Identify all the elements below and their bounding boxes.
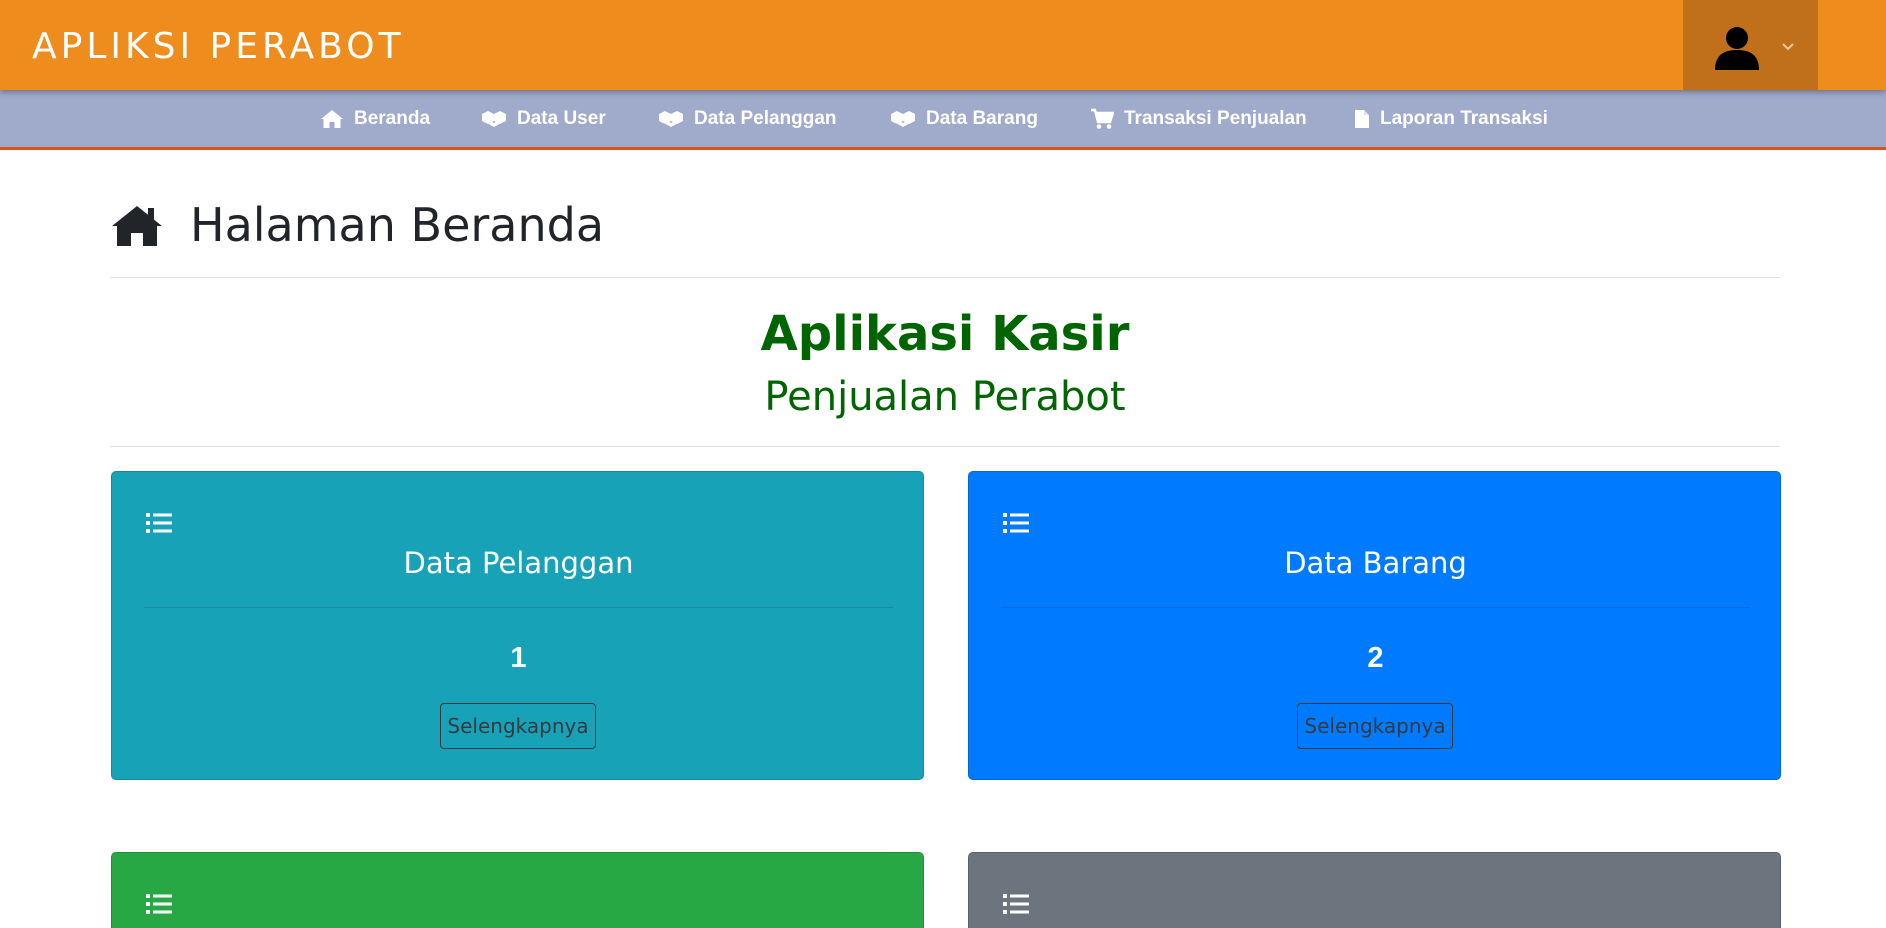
chevron-down-icon xyxy=(1782,43,1794,51)
card-gray xyxy=(968,852,1781,928)
nav-item-label: Beranda xyxy=(354,107,431,129)
page-header: Halaman Beranda xyxy=(110,198,1780,278)
cart-icon xyxy=(1091,108,1114,129)
list-icon xyxy=(146,894,172,914)
card-data-barang: Data Barang 2 Selengkapnya xyxy=(968,471,1781,780)
divider xyxy=(1001,607,1750,608)
app-title: APLIKSI PERABOT xyxy=(32,26,405,67)
cubes-icon xyxy=(891,110,915,127)
nav-item-label: Transaksi Penjualan xyxy=(1124,107,1307,129)
nav-item-label: Laporan Transaksi xyxy=(1380,107,1548,129)
page-title: Halaman Beranda xyxy=(190,198,605,252)
home-icon xyxy=(321,109,343,128)
user-icon xyxy=(1715,27,1759,70)
user-menu-button[interactable] xyxy=(1683,0,1818,90)
card-title: Data Pelanggan xyxy=(403,546,634,580)
cubes-icon xyxy=(482,110,506,127)
nav-item-laporan-transaksi[interactable]: Laporan Transaksi xyxy=(1354,90,1548,147)
hero-banner: Aplikasi Kasir Penjualan Perabot xyxy=(110,300,1780,447)
list-icon xyxy=(146,513,172,533)
divider xyxy=(144,607,893,608)
list-icon xyxy=(1003,513,1029,533)
home-icon xyxy=(112,206,162,246)
nav-item-beranda[interactable]: Beranda xyxy=(320,90,430,147)
list-icon xyxy=(1003,894,1029,914)
nav-item-data-user[interactable]: Data User xyxy=(481,90,606,147)
hero-title: Aplikasi Kasir xyxy=(760,306,1130,362)
nav-item-data-pelanggan[interactable]: Data Pelanggan xyxy=(658,90,837,147)
card-data-pelanggan: Data Pelanggan 1 Selengkapnya xyxy=(111,471,924,780)
file-icon xyxy=(1355,109,1369,128)
nav-item-data-barang[interactable]: Data Barang xyxy=(890,90,1038,147)
cubes-icon xyxy=(659,110,683,127)
main-navbar: Beranda Data User Data Pelanggan Data Ba… xyxy=(0,90,1886,150)
card-green xyxy=(111,852,924,928)
nav-item-label: Data User xyxy=(517,107,606,129)
card-count: 2 xyxy=(1367,642,1384,674)
nav-item-transaksi-penjualan[interactable]: Transaksi Penjualan xyxy=(1090,90,1307,147)
card-title: Data Barang xyxy=(1284,546,1467,580)
hero-subtitle: Penjualan Perabot xyxy=(764,374,1126,420)
selengkapnya-button[interactable]: Selengkapnya xyxy=(1297,703,1453,749)
nav-item-label: Data Barang xyxy=(926,107,1038,129)
nav-item-label: Data Pelanggan xyxy=(694,107,837,129)
card-count: 1 xyxy=(510,642,527,674)
top-header: APLIKSI PERABOT xyxy=(0,0,1886,90)
selengkapnya-button[interactable]: Selengkapnya xyxy=(440,703,596,749)
